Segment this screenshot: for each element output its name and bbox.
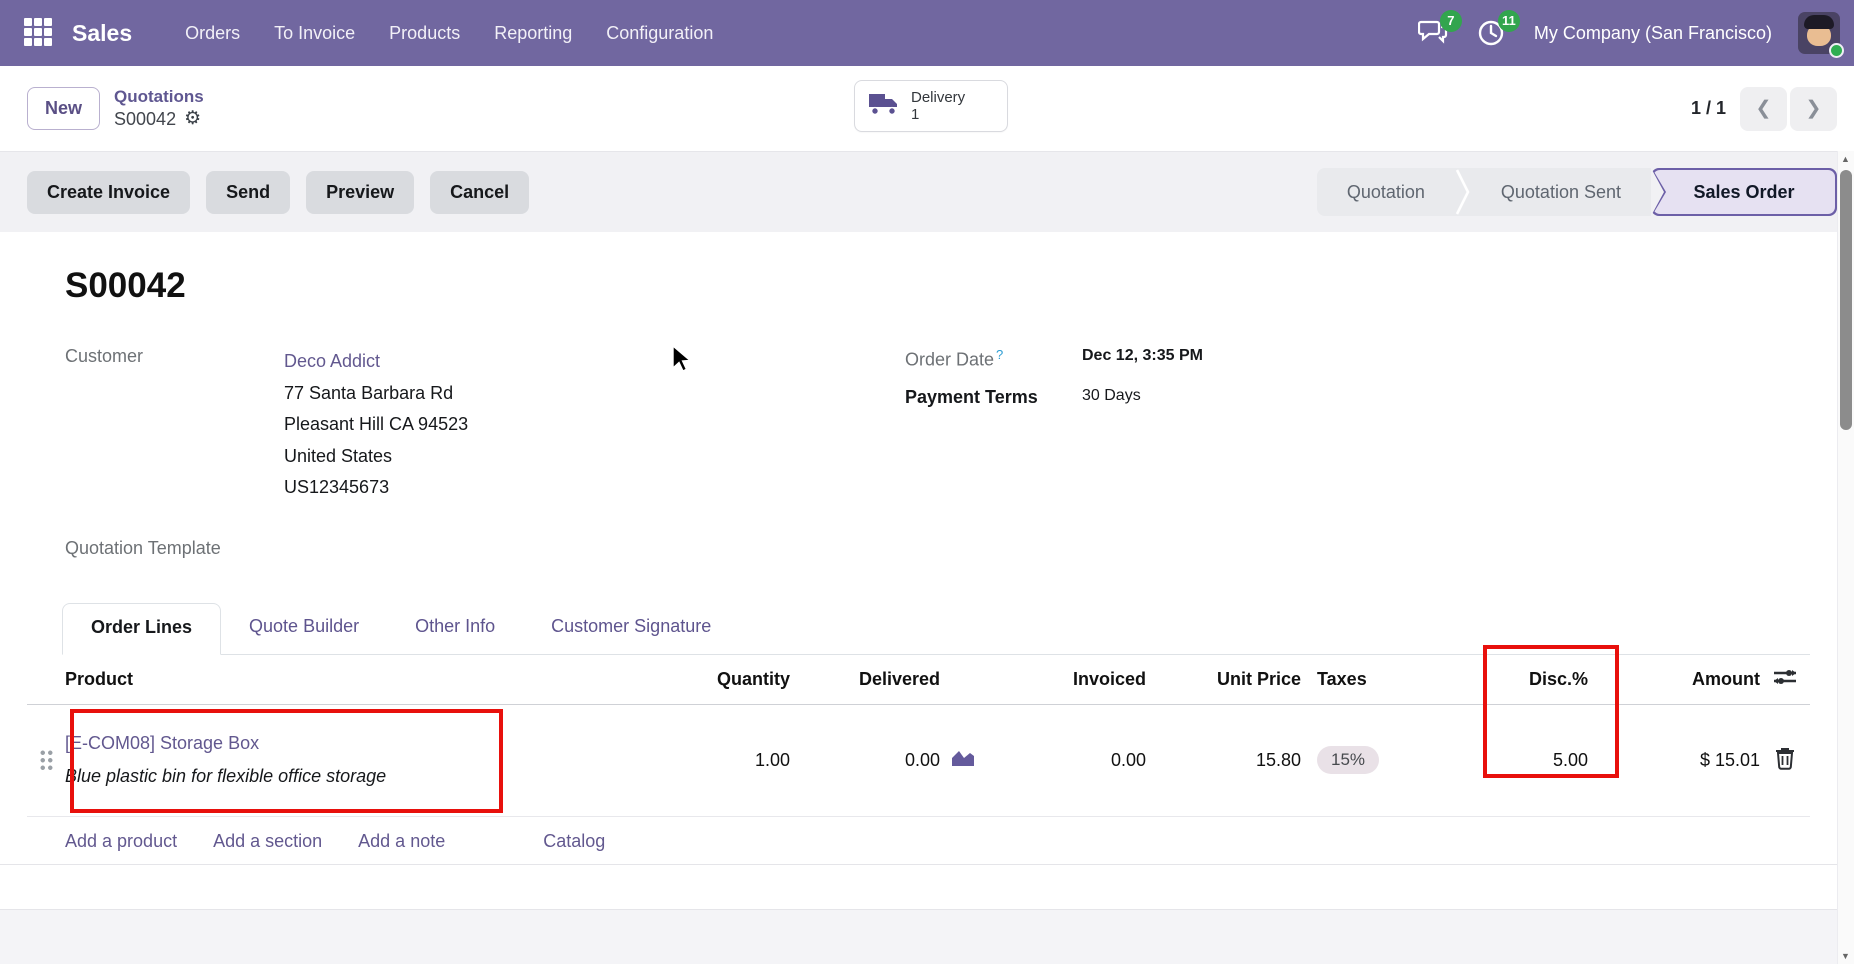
add-a-note-link[interactable]: Add a note	[358, 831, 445, 852]
vertical-scrollbar[interactable]: ▲ ▼	[1837, 151, 1854, 964]
trash-icon[interactable]	[1774, 746, 1796, 775]
customer-label: Customer	[65, 346, 284, 367]
messages-count-badge: 7	[1440, 10, 1462, 32]
chevron-separator-icon	[1455, 168, 1471, 216]
order-date-value[interactable]: Dec 12, 3:35 PM	[1082, 347, 1203, 370]
quotation-template-label: Quotation Template	[65, 538, 1810, 559]
gear-icon[interactable]: ⚙	[184, 107, 201, 131]
optional-columns-sliders-icon[interactable]	[1772, 666, 1798, 693]
chevron-right-icon: ❯	[1806, 98, 1822, 119]
status-step-quotation-sent[interactable]: Quotation Sent	[1471, 182, 1651, 203]
cell-quantity[interactable]: 1.00	[670, 750, 790, 771]
top-navbar: Sales Orders To Invoice Products Reporti…	[0, 0, 1854, 66]
scroll-down-arrow-icon[interactable]: ▼	[1841, 951, 1850, 961]
scrollbar-thumb[interactable]	[1840, 170, 1852, 430]
delivery-smart-button[interactable]: Delivery 1	[854, 80, 1008, 132]
order-lines-table: Product Quantity Delivered Invoiced Unit…	[27, 655, 1810, 867]
avatar-hair	[1804, 15, 1834, 29]
cell-unit-price[interactable]: 15.80	[1146, 750, 1301, 771]
breadcrumb: Quotations S00042 ⚙	[114, 86, 204, 131]
tab-order-lines[interactable]: Order Lines	[62, 603, 221, 655]
drag-handle-icon[interactable]	[39, 749, 54, 772]
col-header-discount[interactable]: Disc.%	[1433, 669, 1588, 690]
order-date-label: Order Date	[905, 349, 994, 369]
tax-badge[interactable]: 15%	[1317, 746, 1379, 774]
pager-previous-button[interactable]: ❮	[1740, 87, 1787, 131]
pager-next-button[interactable]: ❯	[1790, 87, 1837, 131]
pager-text: 1 / 1	[1691, 98, 1726, 119]
empty-row-area	[0, 864, 1854, 909]
status-step-quotation[interactable]: Quotation	[1317, 182, 1455, 203]
cell-discount[interactable]: 5.00	[1433, 750, 1588, 771]
add-a-product-link[interactable]: Add a product	[65, 831, 177, 852]
payment-terms-label: Payment Terms	[905, 387, 1082, 408]
add-a-section-link[interactable]: Add a section	[213, 831, 322, 852]
send-button[interactable]: Send	[206, 171, 290, 214]
col-header-product[interactable]: Product	[65, 669, 670, 690]
table-footer-links: Add a product Add a section Add a note C…	[27, 817, 1810, 867]
cell-delivered[interactable]: 0.00	[790, 750, 940, 771]
new-button[interactable]: New	[27, 87, 100, 130]
col-header-delivered[interactable]: Delivered	[790, 669, 940, 690]
nav-item-orders[interactable]: Orders	[185, 23, 240, 44]
customer-name-link[interactable]: Deco Addict	[284, 346, 468, 378]
truck-icon	[867, 91, 901, 122]
page-title: S00042	[65, 266, 1810, 306]
apps-grid-icon[interactable]	[24, 18, 54, 48]
breadcrumb-quotations[interactable]: Quotations	[114, 86, 204, 107]
cancel-button[interactable]: Cancel	[430, 171, 529, 214]
create-invoice-button[interactable]: Create Invoice	[27, 171, 190, 214]
col-header-amount[interactable]: Amount	[1588, 669, 1760, 690]
tab-other-info[interactable]: Other Info	[387, 603, 523, 654]
col-header-unit-price[interactable]: Unit Price	[1146, 669, 1301, 690]
statusbar: Quotation Quotation Sent Sales Order	[1317, 168, 1837, 216]
delivery-label: Delivery	[911, 89, 965, 106]
nav-item-reporting[interactable]: Reporting	[494, 23, 572, 44]
control-panel: New Quotations S00042 ⚙ Delivery 1 1 / 1…	[0, 66, 1854, 151]
chevron-left-icon: ❮	[1756, 98, 1772, 119]
nav-item-configuration[interactable]: Configuration	[606, 23, 713, 44]
col-header-quantity[interactable]: Quantity	[670, 669, 790, 690]
forecast-area-chart-icon[interactable]	[950, 748, 976, 773]
status-step-sales-order[interactable]: Sales Order	[1651, 168, 1837, 216]
activities-count-badge: 11	[1498, 10, 1520, 32]
table-header-row: Product Quantity Delivered Invoiced Unit…	[27, 655, 1810, 705]
col-header-invoiced[interactable]: Invoiced	[986, 669, 1146, 690]
address-line-3: United States	[284, 441, 468, 473]
nav-item-to-invoice[interactable]: To Invoice	[274, 23, 355, 44]
cell-amount[interactable]: $ 15.01	[1588, 750, 1760, 771]
company-switcher[interactable]: My Company (San Francisco)	[1534, 23, 1772, 44]
pager: 1 / 1 ❮ ❯	[1691, 87, 1837, 131]
breadcrumb-current: S00042	[114, 108, 176, 131]
product-description[interactable]: Blue plastic bin for flexible office sto…	[65, 766, 670, 787]
product-name-link[interactable]: [E-COM08] Storage Box	[65, 733, 670, 754]
tab-quote-builder[interactable]: Quote Builder	[221, 603, 387, 654]
form-sheet: S00042 Customer Deco Addict 77 Santa Bar…	[0, 232, 1854, 864]
notebook-tabs: Order Lines Quote Builder Other Info Cus…	[62, 603, 1810, 655]
catalog-link[interactable]: Catalog	[543, 831, 605, 852]
address-line-2: Pleasant Hill CA 94523	[284, 409, 468, 441]
address-line-4: US12345673	[284, 472, 468, 504]
delivery-count: 1	[911, 106, 965, 123]
clock-icon	[1476, 35, 1506, 52]
scroll-up-arrow-icon[interactable]: ▲	[1841, 154, 1850, 164]
help-question-icon: ?	[996, 347, 1003, 362]
app-name[interactable]: Sales	[72, 20, 132, 47]
messages-button[interactable]: 7	[1418, 18, 1450, 48]
nav-item-products[interactable]: Products	[389, 23, 460, 44]
preview-button[interactable]: Preview	[306, 171, 414, 214]
table-row: [E-COM08] Storage Box Blue plastic bin f…	[27, 705, 1810, 817]
action-bar: Create Invoice Send Preview Cancel Quota…	[0, 151, 1854, 232]
online-status-dot	[1829, 43, 1844, 58]
payment-terms-value[interactable]: 30 Days	[1082, 387, 1141, 408]
activities-button[interactable]: 11	[1476, 18, 1508, 48]
col-header-taxes[interactable]: Taxes	[1301, 669, 1433, 690]
chat-bubbles-icon	[1418, 33, 1448, 50]
tab-customer-signature[interactable]: Customer Signature	[523, 603, 739, 654]
sales-order-chip-label: Sales Order	[1653, 170, 1835, 214]
cell-invoiced[interactable]: 0.00	[986, 750, 1146, 771]
bottom-gray-area	[0, 909, 1854, 964]
user-avatar[interactable]	[1798, 12, 1840, 54]
address-line-1: 77 Santa Barbara Rd	[284, 378, 468, 410]
